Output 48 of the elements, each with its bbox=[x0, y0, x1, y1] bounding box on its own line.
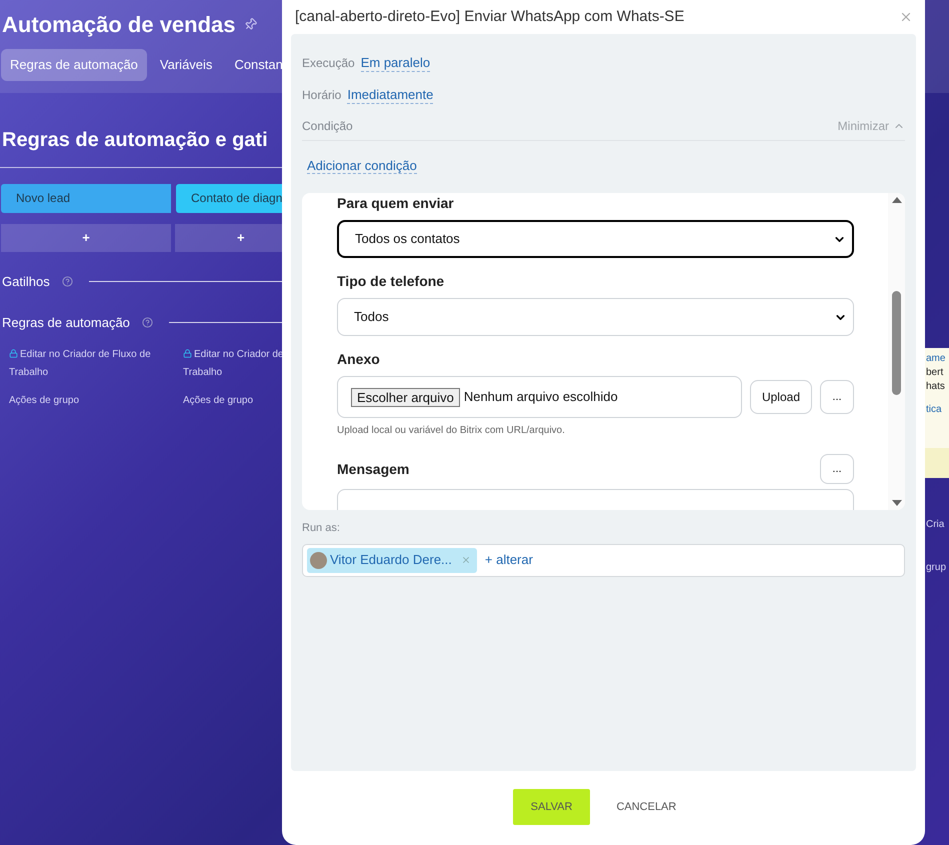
workflow-link[interactable]: grup bbox=[926, 560, 946, 575]
section-label: Regras de automação bbox=[2, 314, 130, 332]
condition-label: Condição bbox=[302, 118, 353, 134]
setting-label: Execução bbox=[302, 55, 355, 72]
more-button[interactable]: ... bbox=[820, 454, 854, 484]
link-text[interactable]: tica bbox=[926, 403, 942, 417]
stage-tab[interactable]: Contato de diagn bbox=[176, 184, 283, 212]
add-button[interactable]: + bbox=[1, 224, 171, 252]
select-field[interactable]: Todos os contatos bbox=[337, 220, 854, 258]
tab[interactable]: Variáveis bbox=[150, 49, 222, 80]
setting-link[interactable]: Imediatamente bbox=[347, 86, 434, 104]
field-label: Para quem enviar bbox=[337, 194, 455, 213]
stage-tab[interactable]: Novo lead bbox=[1, 184, 171, 212]
page-title: Automação de vendas bbox=[2, 11, 236, 39]
cancel-button[interactable]: CANCELAR bbox=[598, 789, 694, 825]
change-link[interactable]: + alterar bbox=[484, 550, 533, 570]
setting-label: Horário bbox=[302, 87, 342, 104]
section-heading: Regras de automação e gati bbox=[2, 128, 268, 150]
field-label: Tipo de telefone bbox=[337, 272, 446, 291]
workflow-link[interactable]: Editar no Criador de Fluxo de bbox=[20, 346, 151, 362]
section-label: Gatilhos bbox=[2, 272, 50, 290]
setting-link[interactable]: Em paralelo bbox=[360, 54, 430, 72]
upload-button[interactable]: Upload bbox=[750, 380, 812, 414]
group-actions-link[interactable]: Ações de grupo bbox=[183, 392, 254, 408]
select-field[interactable]: Todos bbox=[337, 298, 854, 336]
note-text: bert bbox=[926, 366, 944, 380]
field-label: Anexo bbox=[337, 350, 381, 369]
file-field[interactable]: Escolher arquivo Nenhum arquivo escolhido bbox=[337, 376, 742, 418]
dialog-title: [canal-aberto-direto-Evo] Enviar WhatsApp com Whats-SE bbox=[295, 6, 684, 27]
tab[interactable]: Constan bbox=[225, 49, 283, 80]
workflow-link[interactable]: Trabalho bbox=[183, 364, 222, 380]
file-status: Nenhum arquivo escolhido bbox=[464, 388, 618, 406]
workflow-link[interactable]: Cria bbox=[926, 517, 944, 532]
more-button[interactable]: ... bbox=[820, 380, 854, 414]
group-actions-link[interactable]: Ações de grupo bbox=[9, 392, 80, 408]
save-button[interactable]: SALVAR bbox=[512, 789, 590, 825]
hint-text: Upload local ou variável do Bitrix com URL/arquivo. bbox=[337, 424, 566, 438]
add-button[interactable]: + bbox=[175, 224, 282, 252]
choose-file-button[interactable]: Escolher arquivo bbox=[351, 388, 460, 406]
user-chip[interactable]: Vitor Eduardo Dere... bbox=[307, 548, 477, 572]
tab[interactable]: Regras de automação bbox=[1, 49, 147, 80]
workflow-link[interactable]: Trabalho bbox=[9, 364, 48, 380]
field-label: Mensagem bbox=[337, 460, 410, 479]
add-condition-link[interactable]: Adicionar condição bbox=[307, 158, 417, 174]
run-as-label: Run as: bbox=[302, 521, 341, 536]
link-text[interactable]: ame bbox=[926, 352, 946, 366]
note-text: hats bbox=[926, 380, 945, 394]
user-selector-field[interactable]: Vitor Eduardo Dere... + alterar bbox=[302, 544, 905, 576]
